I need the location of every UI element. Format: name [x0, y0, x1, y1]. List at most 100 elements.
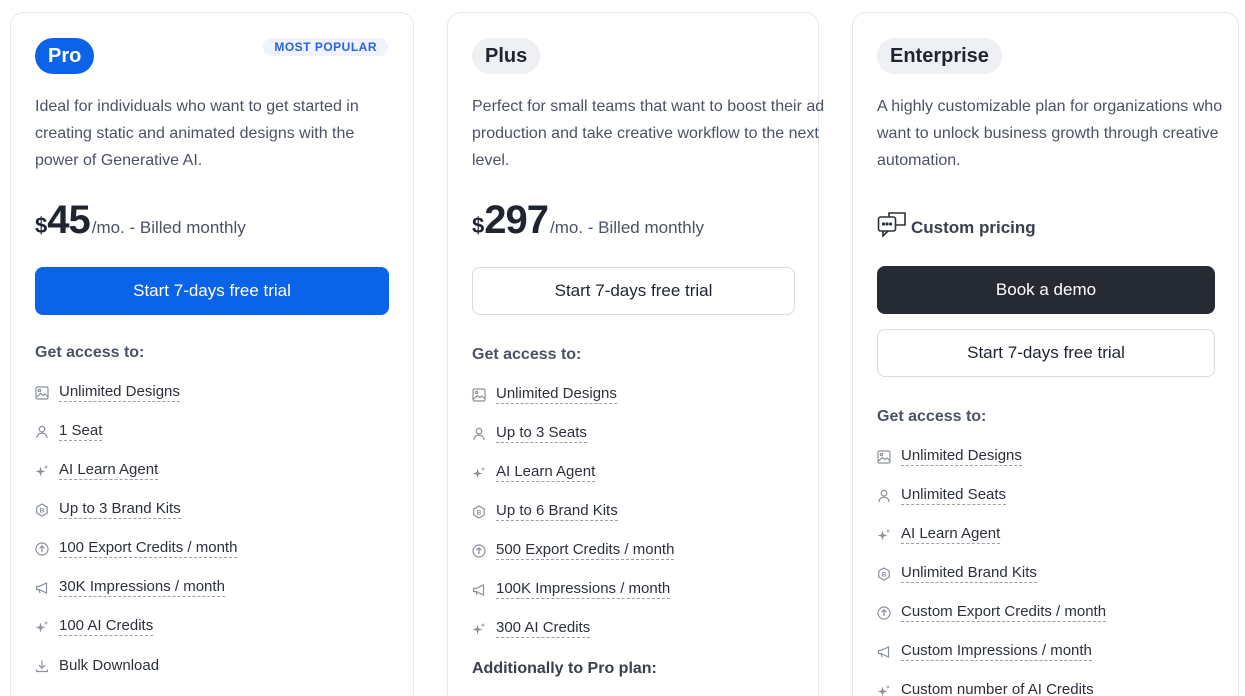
- price-currency: $: [35, 213, 48, 238]
- feature-item: AI Learn Agent: [877, 515, 1106, 554]
- plan-description: A highly customizable plan for organizat…: [877, 98, 1223, 169]
- feature-list: Unlimited Designs Unlimited Seats AI Learn…: [877, 437, 1107, 696]
- custom-pricing: Custom pricing: [877, 211, 1036, 244]
- user-icon: [35, 425, 49, 439]
- feature-label[interactable]: Up to 3 Brand Kits: [59, 500, 181, 519]
- megaphone-icon: [472, 583, 486, 597]
- download-icon: [35, 659, 49, 673]
- feature-label[interactable]: AI Learn Agent: [901, 525, 1001, 544]
- export-icon: [472, 543, 486, 558]
- feature-item: 100 Export Credits / month: [35, 529, 238, 568]
- feature-label[interactable]: 30K Impressions / month: [59, 578, 225, 597]
- custom-pricing-label: Custom pricing: [911, 217, 1036, 237]
- feature-label[interactable]: 500 Export Credits / month: [496, 541, 675, 560]
- feature-item: 300 AI Credits: [472, 609, 674, 648]
- feature-item: 100K Impressions / month: [472, 570, 674, 609]
- feature-label[interactable]: 1 Seat: [59, 422, 103, 441]
- access-heading: Get access to:: [877, 408, 987, 425]
- svg-text:B: B: [40, 507, 45, 514]
- feature-list: Unlimited Designs Up to 3 Seats AI Learn A…: [472, 375, 675, 648]
- image-icon: [35, 385, 49, 400]
- feature-item: AI Learn Agent: [35, 451, 237, 490]
- export-icon: [35, 541, 49, 556]
- price-currency: $: [472, 213, 485, 238]
- sparkle-icon: [472, 466, 486, 480]
- feature-label[interactable]: Custom Export Credits / month: [901, 603, 1107, 622]
- book-demo-button[interactable]: Book a demo: [877, 266, 1215, 314]
- feature-item: Custom Export Credits / month: [877, 593, 1107, 632]
- feature-label[interactable]: Custom number of AI Credits: [901, 681, 1094, 696]
- chat-pricing-icon: [877, 211, 907, 244]
- feature-label[interactable]: 100 Export Credits / month: [59, 539, 238, 558]
- feature-item: Unlimited Designs: [35, 373, 237, 412]
- feature-item: Up to 3 Seats: [472, 414, 674, 453]
- feature-list: Unlimited Designs 1 Seat AI Learn Agent B Up…: [35, 373, 238, 685]
- price: $ 297 /mo. - Billed monthly: [472, 198, 704, 243]
- feature-label[interactable]: Up to 3 Seats: [496, 424, 587, 443]
- feature-label[interactable]: Unlimited Designs: [59, 383, 180, 402]
- price-amount: 45: [47, 198, 90, 242]
- feature-item: B Up to 3 Brand Kits: [35, 490, 237, 529]
- plan-name: Enterprise: [877, 38, 1002, 74]
- feature-label[interactable]: Unlimited Designs: [496, 385, 617, 404]
- brand-kit-icon: B: [877, 566, 891, 581]
- additional-heading: Additionally to Pro plan:: [472, 660, 657, 677]
- feature-item: Unlimited Designs: [472, 375, 674, 414]
- feature-label[interactable]: Unlimited Seats: [901, 486, 1007, 505]
- feature-item: AI Learn Agent: [472, 453, 674, 492]
- feature-label[interactable]: 300 AI Credits: [496, 619, 591, 638]
- pricing-card-enterprise: Enterprise A highly customizable plan fo…: [852, 12, 1239, 696]
- price-amount: 297: [484, 198, 549, 242]
- feature-item: B Unlimited Brand Kits: [877, 554, 1106, 593]
- price: $ 45 /mo. - Billed monthly: [35, 198, 246, 243]
- brand-kit-icon: B: [472, 504, 486, 519]
- price-period: /mo. - Billed monthly: [91, 218, 246, 237]
- image-icon: [472, 387, 486, 402]
- image-icon: [877, 449, 891, 464]
- feature-label[interactable]: Unlimited Brand Kits: [901, 564, 1037, 583]
- sparkle-icon: [35, 620, 49, 634]
- start-trial-button[interactable]: Start 7-days free trial: [472, 267, 795, 315]
- feature-item: Custom Impressions / month: [877, 632, 1106, 671]
- megaphone-icon: [877, 645, 891, 659]
- sparkle-icon: [877, 528, 891, 542]
- pricing-card-plus: Plus Perfect for small teams that want t…: [447, 12, 824, 696]
- brand-kit-icon: B: [35, 502, 49, 517]
- plan-description: Ideal for individuals who want to get st…: [35, 98, 359, 169]
- sparkle-icon: [472, 622, 486, 636]
- feature-label[interactable]: AI Learn Agent: [496, 463, 596, 482]
- megaphone-icon: [35, 581, 49, 595]
- feature-item: Unlimited Designs: [877, 437, 1106, 476]
- plan-description: Perfect for small teams that want to boo…: [472, 98, 825, 169]
- feature-label: Bulk Download: [59, 656, 160, 674]
- feature-label[interactable]: Up to 6 Brand Kits: [496, 502, 618, 521]
- start-trial-button[interactable]: Start 7-days free trial: [877, 329, 1215, 377]
- feature-item: Unlimited Seats: [877, 476, 1106, 515]
- feature-item: Bulk Download: [35, 646, 237, 685]
- plan-name: Plus: [472, 38, 541, 74]
- feature-label[interactable]: Custom Impressions / month: [901, 642, 1092, 661]
- feature-label[interactable]: 100K Impressions / month: [496, 580, 671, 599]
- feature-label[interactable]: Unlimited Designs: [901, 447, 1022, 466]
- feature-item: 100 AI Credits: [35, 607, 237, 646]
- feature-item: 30K Impressions / month: [35, 568, 237, 607]
- access-heading: Get access to:: [472, 346, 582, 363]
- plan-name: Pro: [35, 38, 95, 74]
- feature-item: Custom number of AI Credits: [877, 671, 1106, 696]
- sparkle-icon: [877, 684, 891, 696]
- feature-label[interactable]: AI Learn Agent: [59, 461, 159, 480]
- price-period: /mo. - Billed monthly: [550, 218, 704, 237]
- svg-text:B: B: [882, 571, 887, 578]
- feature-item: 500 Export Credits / month: [472, 531, 675, 570]
- access-heading: Get access to:: [35, 344, 145, 361]
- sparkle-icon: [35, 464, 49, 478]
- feature-item: B Up to 6 Brand Kits: [472, 492, 674, 531]
- most-popular-badge: MOST POPULAR: [263, 38, 388, 56]
- user-icon: [877, 489, 891, 503]
- pricing-card-pro: Pro MOST POPULAR Ideal for individuals w…: [10, 12, 414, 696]
- user-icon: [472, 427, 486, 441]
- export-icon: [877, 605, 891, 620]
- feature-label[interactable]: 100 AI Credits: [59, 617, 154, 636]
- feature-item: 1 Seat: [35, 412, 237, 451]
- start-trial-button[interactable]: Start 7-days free trial: [35, 267, 389, 315]
